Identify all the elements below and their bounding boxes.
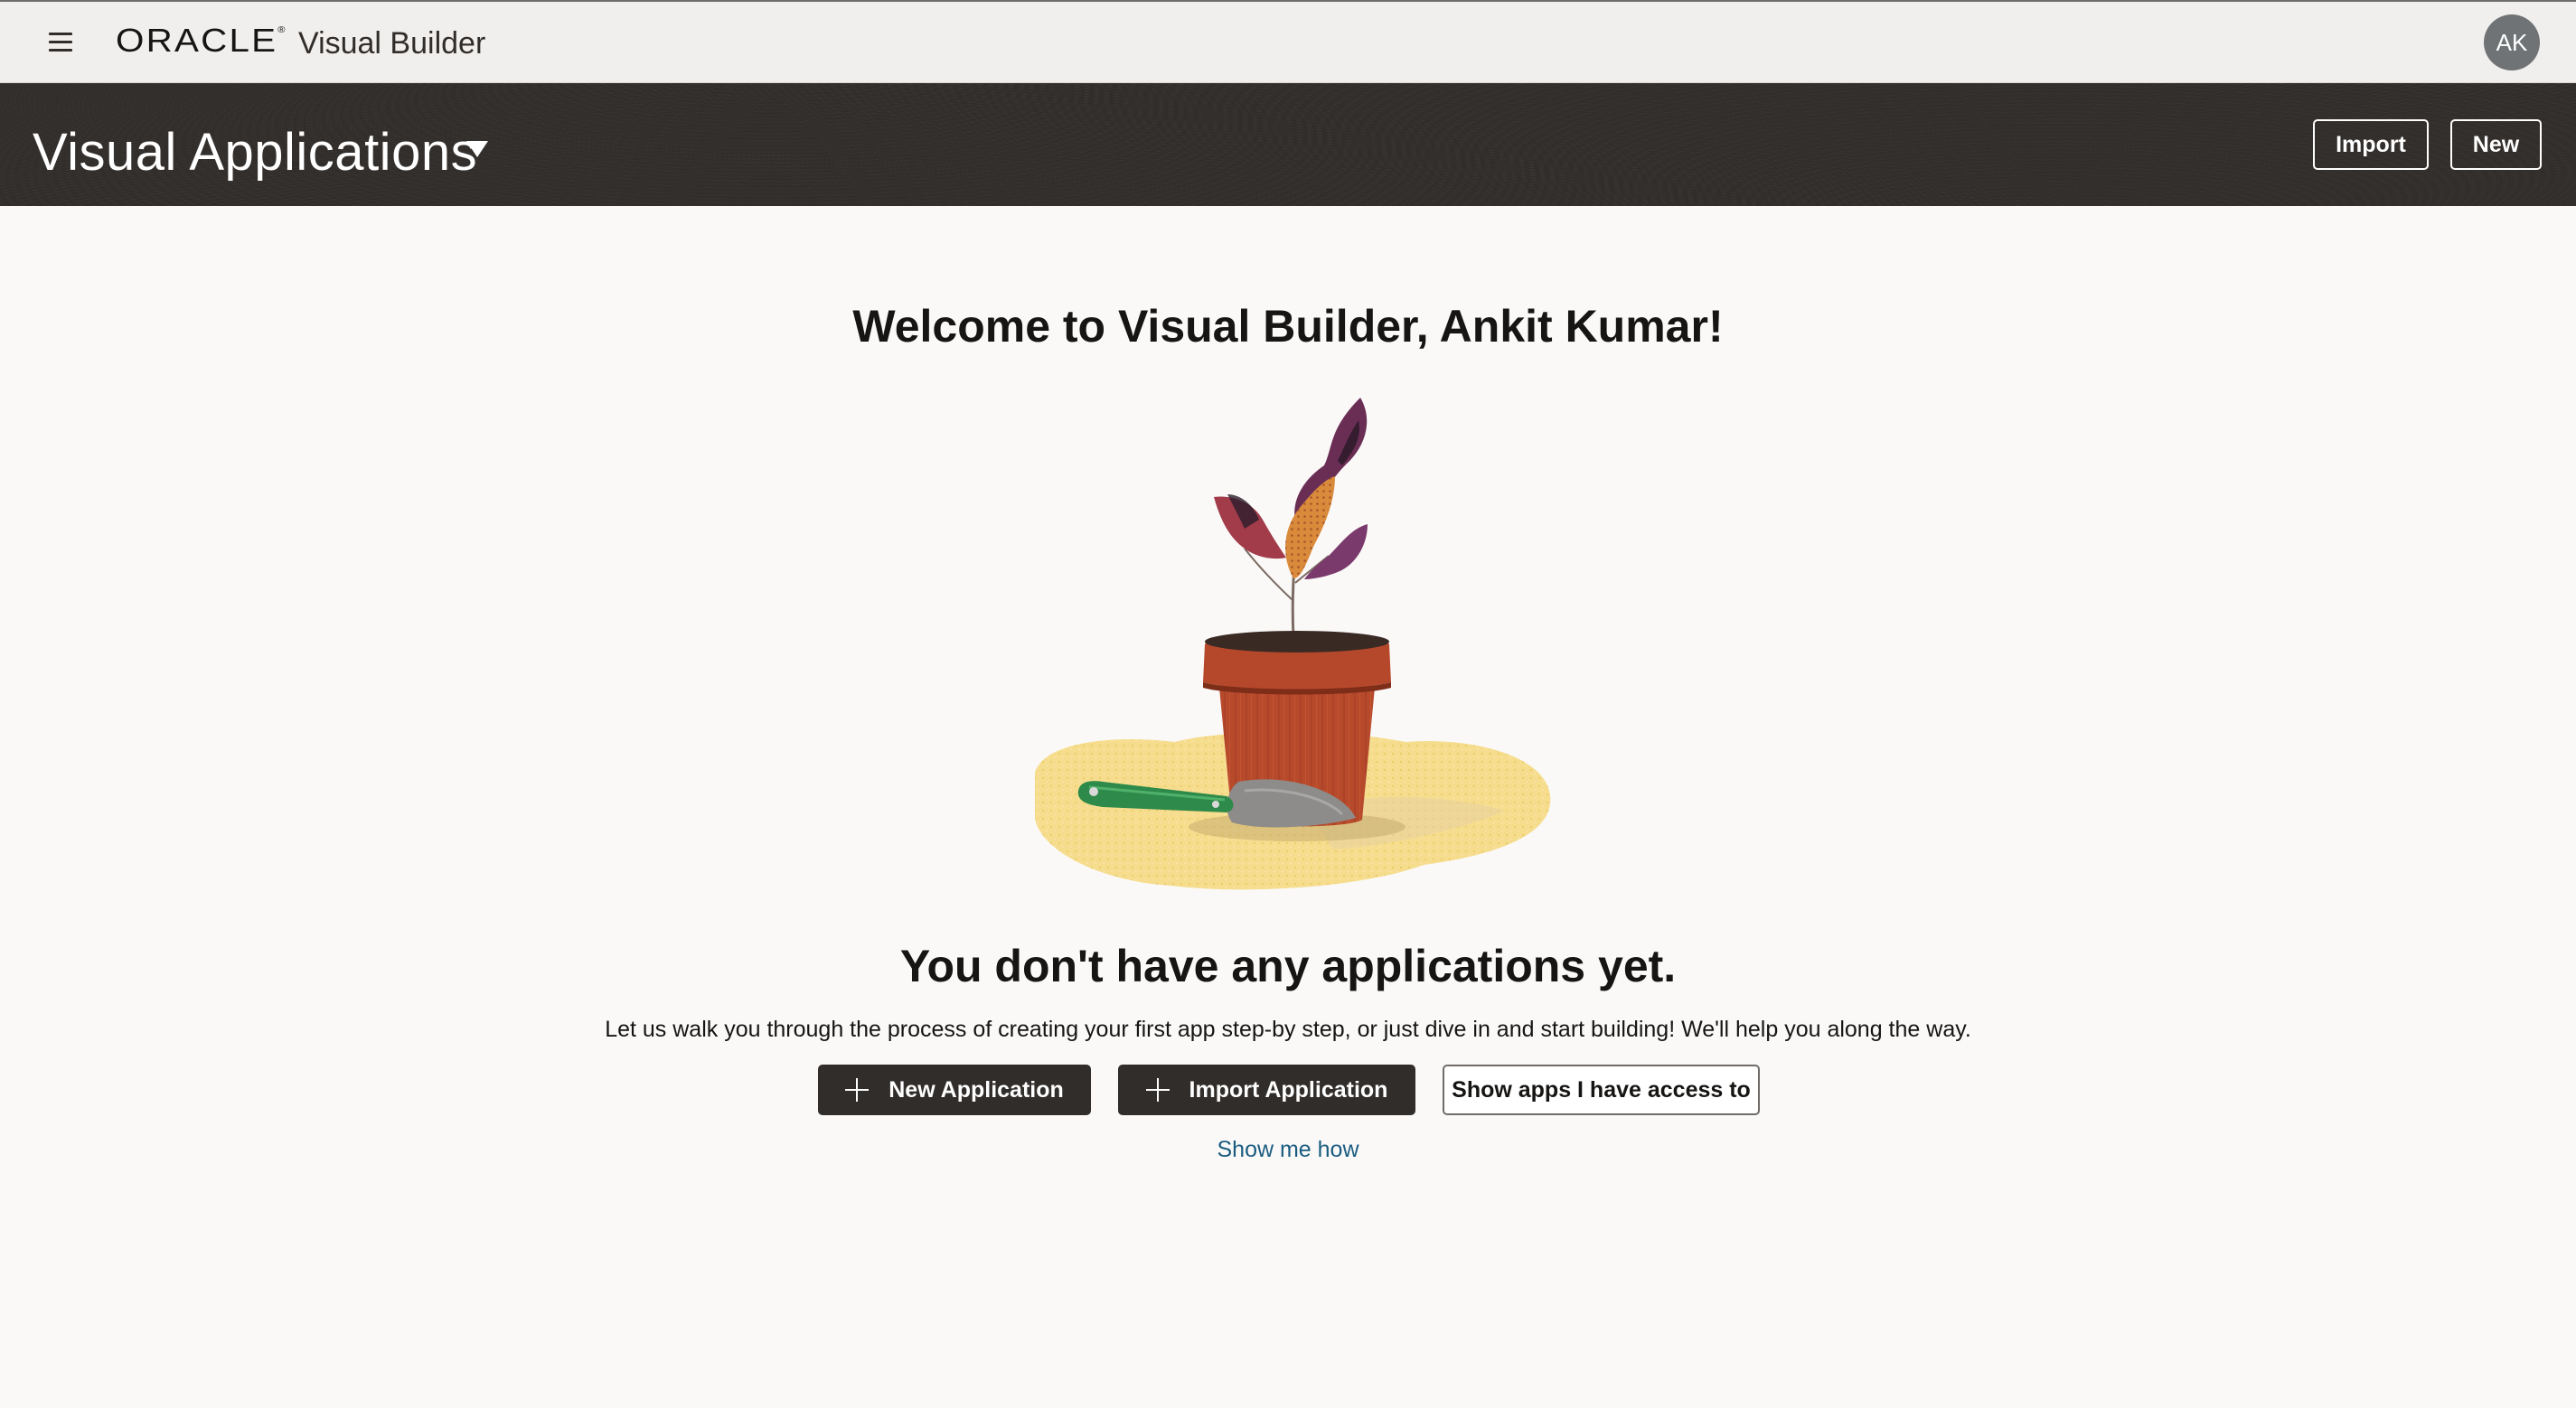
registered-mark: ®: [277, 25, 287, 35]
caret-down-icon[interactable]: [466, 141, 488, 157]
potted-plant-illustration: [1035, 398, 1551, 890]
import-application-label: Import Application: [1189, 1076, 1388, 1103]
show-apps-button[interactable]: Show apps I have access to: [1443, 1065, 1760, 1115]
user-avatar[interactable]: AK: [2484, 14, 2540, 70]
empty-state-heading: You don't have any applications yet.: [899, 941, 1677, 991]
import-application-button[interactable]: Import Application: [1118, 1065, 1415, 1115]
page-title: Visual Applications: [33, 123, 478, 182]
oracle-logo: ORACLE®: [116, 22, 287, 60]
import-button[interactable]: Import: [2313, 119, 2429, 170]
product-name: Visual Builder: [298, 26, 486, 61]
top-brand-bar: ORACLE® Visual Builder AK: [0, 0, 2576, 83]
plus-icon: [845, 1078, 870, 1102]
hamburger-menu-icon[interactable]: [47, 31, 76, 54]
page-header: Visual Applications Import New: [0, 83, 2576, 206]
new-button[interactable]: New: [2450, 119, 2542, 170]
oracle-logo-text: ORACLE: [116, 22, 278, 59]
new-application-label: New Application: [888, 1076, 1064, 1103]
show-me-how-link[interactable]: Show me how: [1217, 1137, 1359, 1162]
plus-icon: [1145, 1078, 1170, 1102]
new-application-button[interactable]: New Application: [818, 1065, 1091, 1115]
welcome-heading: Welcome to Visual Builder, Ankit Kumar!: [852, 301, 1724, 352]
empty-state-description: Let us walk you through the process of c…: [605, 1017, 1971, 1042]
show-me-how-link-row: Show me how: [0, 1137, 2576, 1163]
